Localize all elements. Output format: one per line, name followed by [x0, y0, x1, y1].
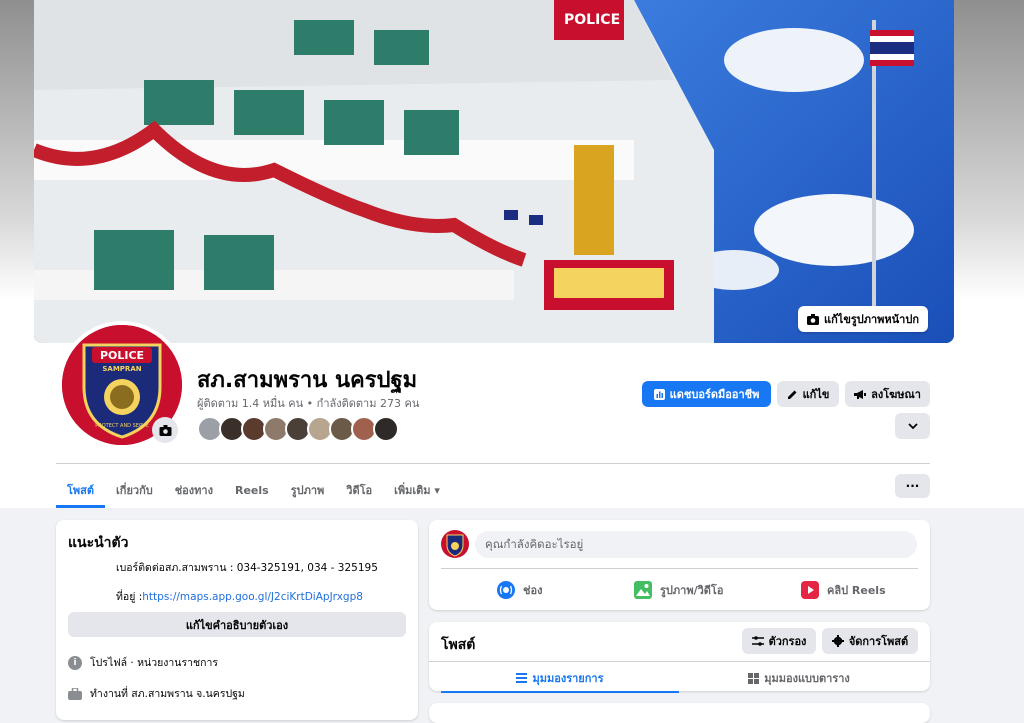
header-divider [56, 463, 930, 464]
edit-page-button[interactable]: แก้ไข [777, 381, 839, 407]
reels-icon [801, 581, 819, 599]
posts-divider [429, 661, 930, 662]
edit-cover-photo-button[interactable]: แก้ไขรูปภาพหน้าปก [798, 306, 928, 332]
live-icon [497, 581, 515, 599]
list-view-label: มุมมองรายการ [532, 672, 604, 685]
composer-avatar[interactable] [441, 530, 469, 558]
gear-icon [831, 635, 844, 647]
more-options-dropdown[interactable] [895, 413, 930, 439]
contact-phone: เบอร์ติดต่อสภ.สามพราน : 034-325191, 034 … [116, 562, 378, 574]
intro-card: แนะนำตัว เบอร์ติดต่อสภ.สามพราน : 034-325… [56, 520, 418, 720]
address-link[interactable]: https://maps.app.goo.gl/J2ciKrtDiApJrxgp… [142, 591, 363, 603]
manage-posts-button[interactable]: จัดการโพสต์ [822, 628, 918, 654]
logo-text-sampran: SAMPRAN [102, 365, 141, 373]
followers-count[interactable]: ผู้ติดตาม 1.4 หมื่น คน • กำลังติดตาม 273… [197, 394, 419, 412]
photo-video-button[interactable]: รูปภาพ/วิดีโอ [634, 576, 723, 604]
tab-videos[interactable]: วิดีโอ [335, 472, 383, 508]
logo-text-motto: PROTECT AND SERVE [95, 423, 149, 429]
photo-video-label: รูปภาพ/วิดีโอ [660, 584, 724, 597]
pencil-icon [787, 390, 797, 399]
tabs-more-button[interactable]: ··· [895, 474, 930, 498]
dashboard-icon [653, 388, 665, 400]
professional-dashboard-button[interactable]: แดชบอร์ดมืออาชีพ [642, 381, 771, 407]
photo-icon [634, 581, 652, 599]
cover-photo[interactable]: POLICE แก้ไขรูปภาพหน้าปก [34, 0, 954, 343]
posts-title: โพสต์ [441, 637, 476, 653]
address-line: ที่อยู่ :https://maps.app.goo.gl/J2ciKrt… [116, 588, 363, 605]
profile-type-text: โปรไฟล์ · หน่วยงานราชการ [90, 657, 219, 669]
camera-icon [807, 313, 820, 325]
follower-avatars[interactable] [197, 416, 399, 442]
tab-posts[interactable]: โพสต์ [56, 472, 106, 508]
post-card [429, 703, 930, 723]
grid-view-tab[interactable]: มุมมองแบบตาราง [680, 665, 918, 691]
briefcase-icon [68, 687, 82, 700]
intro-title: แนะนำตัว [68, 535, 129, 551]
address-prefix: ที่อยู่ : [116, 591, 143, 603]
profile-tabs: โพสต์ เกี่ยวกับ ช่องทาง Reels รูปภาพ วิด… [56, 472, 451, 508]
page-title: สภ.สามพราน นครปฐม [197, 368, 418, 393]
reels-label: คลิป Reels [827, 584, 886, 597]
edit-cover-photo-label: แก้ไขรูปภาพหน้าปก [824, 313, 919, 326]
update-profile-picture-button[interactable] [152, 417, 178, 443]
manage-posts-label: จัดการโพสต์ [848, 635, 909, 648]
tab-channels[interactable]: ช่องทาง [164, 472, 224, 508]
building-sign: POLICE [564, 12, 620, 28]
composer-divider [441, 568, 918, 569]
logo-text-police: POLICE [100, 349, 144, 362]
live-video-label: ช่อง [523, 584, 543, 597]
list-icon [516, 673, 528, 683]
tab-photos[interactable]: รูปภาพ [280, 472, 336, 508]
cover-photo-image: POLICE [34, 0, 954, 343]
tab-about[interactable]: เกี่ยวกับ [105, 472, 164, 508]
edit-page-label: แก้ไข [802, 388, 830, 401]
whats-on-your-mind-input[interactable]: คุณกำลังคิดอะไรอยู่ [475, 531, 917, 558]
chevron-down-icon [907, 423, 918, 430]
work-row: ทำงานที่ สภ.สามพราน จ.นครปฐม [68, 685, 245, 702]
tab-more[interactable]: เพิ่มเติม ▾ [383, 472, 451, 508]
grid-icon [748, 672, 760, 684]
filter-icon [751, 636, 764, 646]
list-view-tab[interactable]: มุมมองรายการ [441, 665, 679, 693]
filter-label: ตัวกรอง [768, 635, 807, 648]
advertise-label: ลงโฆษณา [871, 388, 921, 401]
camera-icon [159, 424, 171, 436]
edit-bio-button[interactable]: แก้ไขคำอธิบายตัวเอง [68, 612, 406, 637]
post-composer: คุณกำลังคิดอะไรอยู่ ช่อง รูปภาพ/วิดีโอ ค… [429, 520, 930, 610]
professional-dashboard-label: แดชบอร์ดมืออาชีพ [669, 388, 760, 401]
info-icon: i [68, 655, 82, 670]
filter-button[interactable]: ตัวกรอง [742, 628, 816, 654]
advertise-button[interactable]: ลงโฆษณา [845, 381, 930, 407]
profile-picture[interactable]: POLICE SAMPRAN PROTECT AND SERVE [58, 321, 186, 449]
megaphone-icon [854, 389, 867, 399]
live-video-button[interactable]: ช่อง [497, 576, 542, 604]
profile-type-row: i โปรไฟล์ · หน่วยงานราชการ [68, 654, 218, 671]
reels-button[interactable]: คลิป Reels [801, 576, 886, 604]
tab-reels[interactable]: Reels [224, 472, 280, 508]
grid-view-label: มุมมองแบบตาราง [764, 672, 850, 685]
posts-header-card: โพสต์ ตัวกรอง จัดการโพสต์ มุมมองรายการ ม… [429, 622, 930, 693]
work-text: ทำงานที่ สภ.สามพราน จ.นครปฐม [90, 688, 245, 700]
avatar[interactable] [373, 416, 399, 442]
